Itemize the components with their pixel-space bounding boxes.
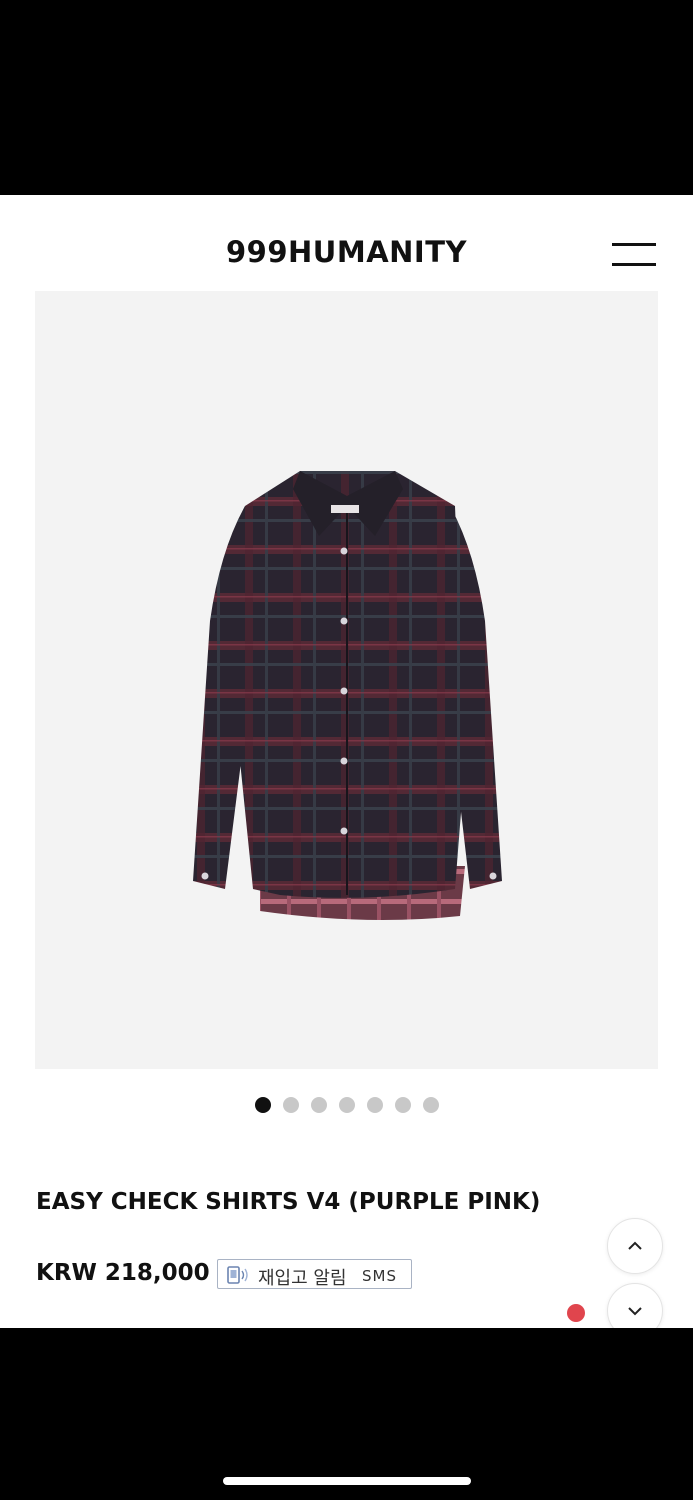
site-header: 999HUMANITY [0,195,693,291]
product-title: EASY CHECK SHIRTS V4 (PURPLE PINK) [36,1189,541,1215]
chevron-up-icon [628,1241,642,1250]
sms-label: SMS [362,1267,397,1285]
restock-sms-button[interactable]: 재입고 알림 SMS [217,1259,412,1289]
shirt-image [193,471,502,920]
product-page: 999HUMANITY EASY CHECK SHIRTS V4 (PURPLE… [0,195,693,1328]
carousel-dot[interactable] [282,1096,299,1113]
status-bar-area [0,0,693,195]
carousel-dot[interactable] [366,1096,383,1113]
product-image[interactable] [35,291,658,1069]
carousel-dot[interactable] [338,1096,355,1113]
product-price: KRW 218,000 [36,1260,210,1286]
scroll-down-button[interactable] [607,1283,663,1328]
carousel-dot[interactable] [254,1096,271,1113]
brand-logo[interactable]: 999HUMANITY [0,235,693,269]
image-carousel-dots [0,1096,693,1114]
carousel-dot[interactable] [422,1096,439,1113]
restock-label: 재입고 알림 [258,1268,347,1289]
phone-sms-icon [227,1266,248,1284]
hamburger-menu-icon [612,243,656,246]
chevron-down-icon [628,1307,642,1316]
carousel-dot[interactable] [310,1096,327,1113]
carousel-dot[interactable] [394,1096,411,1113]
scroll-up-button[interactable] [607,1218,663,1274]
notification-dot [567,1304,585,1322]
home-indicator[interactable] [223,1477,471,1485]
menu-button[interactable] [606,237,658,271]
